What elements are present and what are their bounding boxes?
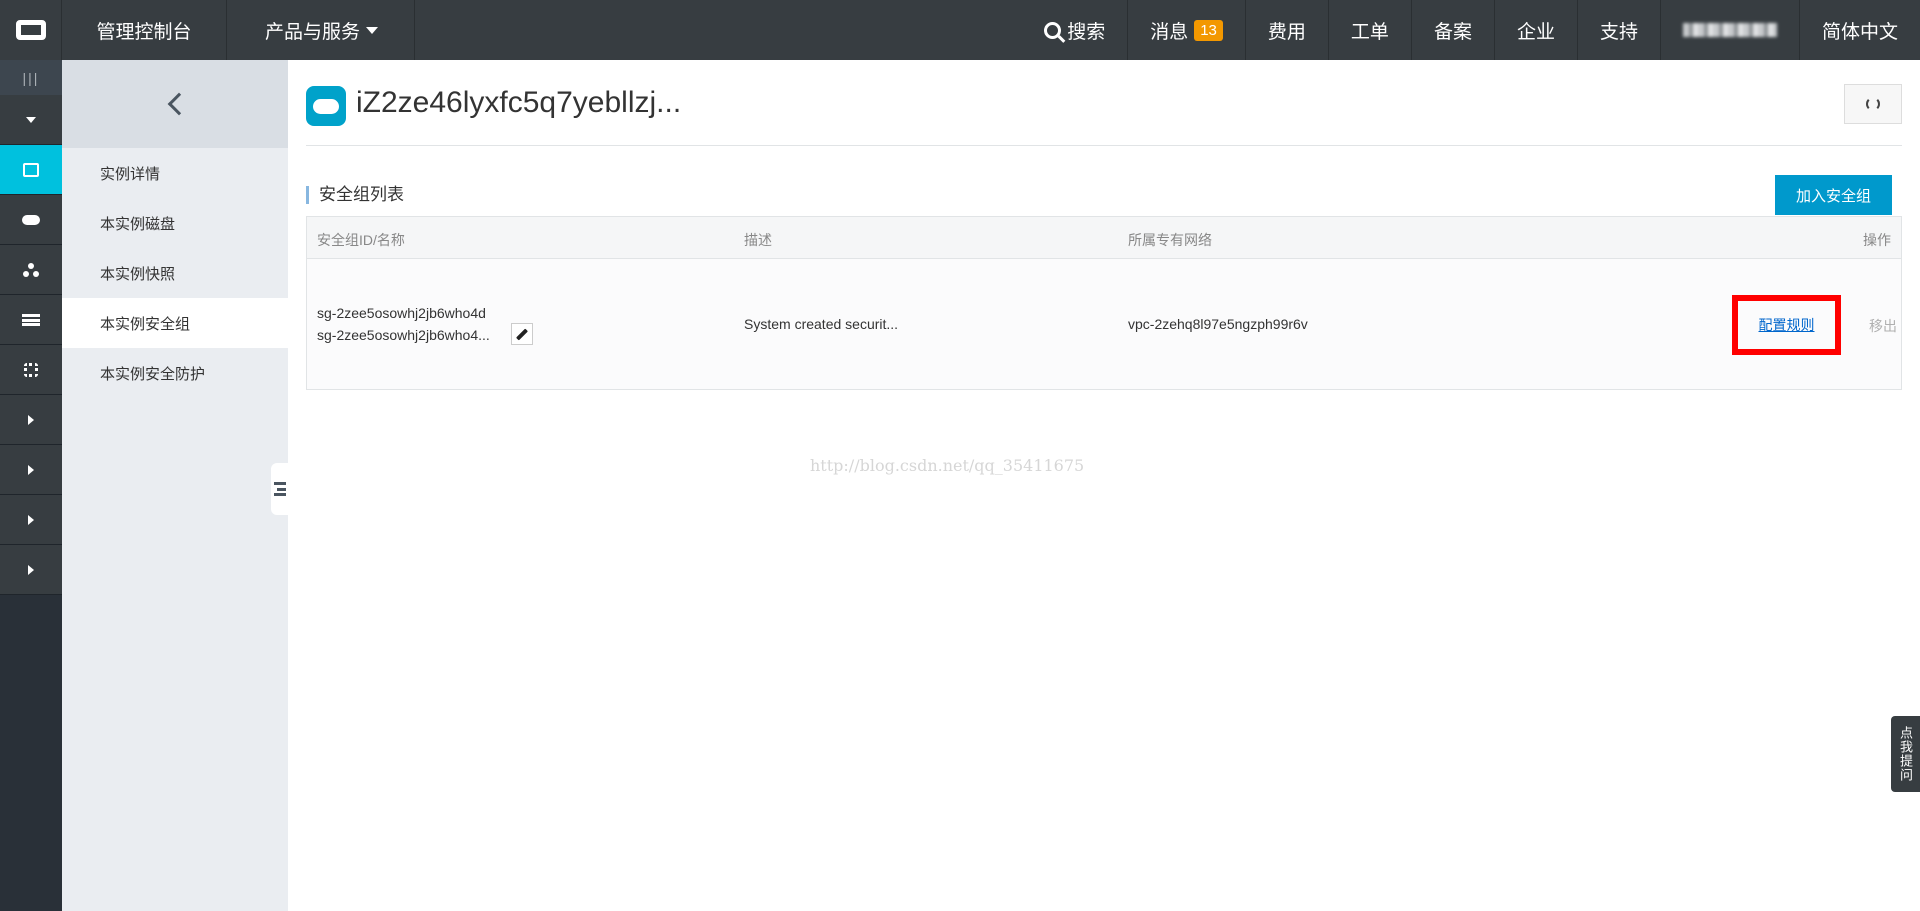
back-button[interactable] [62,60,288,148]
main-content: iZ2ze46lyxfc5q7yebllzj... 安全组列表 加入安全组 安全… [288,60,1920,911]
instance-subnav: 实例详情 本实例磁盘 本实例快照 本实例安全组 本实例安全防护 [62,60,288,911]
page-header: iZ2ze46lyxfc5q7yebllzj... [306,84,1902,146]
table-row: sg-2zee5osowhj2jb6who4d sg-2zee5osowhj2j… [307,259,1901,389]
ask-question-tab[interactable]: 点我提问 [1891,716,1920,792]
network-icon [23,262,39,277]
subnav-disks[interactable]: 本实例磁盘 [62,198,288,248]
subnav-security-protection[interactable]: 本实例安全防护 [62,348,288,398]
rail-toggle[interactable]: ||| [0,60,62,95]
products-menu[interactable]: 产品与服务 [227,0,416,60]
message-count-badge: 13 [1194,19,1223,41]
refresh-icon [1866,97,1880,111]
vpc-id: vpc-2zehq8l97e5ngzph99r6v [1128,316,1308,332]
rail-expand-1[interactable] [0,395,62,445]
chevron-left-icon [167,92,191,116]
rail-cloud[interactable] [0,195,62,245]
console-label: 管理控制台 [96,21,192,43]
nav-support-label: 支持 [1599,21,1638,43]
rail-settings[interactable] [0,345,62,395]
subnav-label: 本实例安全组 [100,315,191,333]
nav-tickets[interactable]: 工单 [1327,0,1411,60]
subnav-label: 本实例磁盘 [100,215,176,233]
rail-expand-2[interactable] [0,445,62,495]
top-navbar: 管理控制台 产品与服务 搜索 消息 13 费用 工单 备案 企业 支持 简体中文 [0,0,1920,60]
subnav-label: 本实例快照 [100,265,176,283]
subnav-label: 本实例安全防护 [100,365,206,383]
page-title: iZ2ze46lyxfc5q7yebllzj... [356,86,682,119]
language-switch[interactable]: 简体中文 [1798,0,1920,60]
cloud-icon [22,214,40,225]
search-button[interactable]: 搜索 [1044,0,1127,60]
nav-enterprise-label: 企业 [1516,21,1555,43]
security-group-id: sg-2zee5osowhj2jb6who4d [317,305,486,321]
gear-icon [24,362,38,377]
blurred-username [1682,23,1777,37]
header-description: 描述 [744,232,772,248]
highlight-box: 配置规则 [1732,295,1841,355]
chevron-right-icon [28,564,34,575]
aliyun-logo-icon[interactable] [0,0,62,60]
chevron-right-icon [28,414,34,425]
rail-toggle-icon: ||| [22,69,40,86]
chevron-right-icon [28,514,34,525]
watermark: http://blog.csdn.net/qq_35411675 [810,456,1085,475]
nav-icp[interactable]: 备案 [1410,0,1494,60]
product-icon-rail: ||| [0,60,62,911]
rail-dropdown[interactable] [0,95,62,145]
add-security-group-button[interactable]: 加入安全组 [1775,175,1892,215]
nav-billing[interactable]: 费用 [1244,0,1328,60]
nav-support[interactable]: 支持 [1576,0,1660,60]
refresh-button[interactable] [1844,84,1902,124]
header-actions: 操作 [1863,232,1891,248]
nav-tickets-label: 工单 [1350,21,1389,43]
messages-label: 消息 [1150,21,1189,43]
nav-enterprise[interactable]: 企业 [1493,0,1577,60]
subnav-instance-details[interactable]: 实例详情 [62,148,288,198]
dropdown-icon [26,116,36,123]
rail-storage[interactable] [0,295,62,345]
search-label: 搜索 [1067,21,1106,43]
table-header: 安全组ID/名称 描述 所属专有网络 操作 [307,217,1901,259]
console-link[interactable]: 管理控制台 [62,0,227,60]
security-group-table: 安全组ID/名称 描述 所属专有网络 操作 sg-2zee5osowhj2jb6… [306,216,1902,390]
instance-cloud-icon [306,86,346,126]
collapse-subnav-button[interactable] [271,463,288,515]
rail-expand-4[interactable] [0,545,62,595]
search-icon [1044,21,1062,39]
language-label: 简体中文 [1821,21,1898,43]
nav-billing-label: 费用 [1267,21,1306,43]
section-header: 安全组列表 加入安全组 [306,175,1902,215]
products-label: 产品与服务 [265,21,361,43]
rail-ecs[interactable] [0,145,62,195]
subnav-label: 实例详情 [100,165,161,183]
help-tab-label: 点我提问 [1898,726,1913,782]
configure-rules-link[interactable]: 配置规则 [1759,315,1815,335]
subnav-security-groups[interactable]: 本实例安全组 [62,298,288,348]
header-vpc: 所属专有网络 [1128,232,1212,248]
pencil-icon [515,327,529,341]
server-icon [23,162,39,177]
nav-icp-label: 备案 [1433,21,1472,43]
edit-name-button[interactable] [511,323,533,345]
user-account-menu[interactable] [1659,0,1799,60]
messages-button[interactable]: 消息 13 [1127,0,1245,60]
subnav-snapshots[interactable]: 本实例快照 [62,248,288,298]
section-title: 安全组列表 [306,186,404,204]
header-id-name: 安全组ID/名称 [317,232,405,248]
storage-icon [22,313,40,326]
chevron-down-icon [366,26,379,34]
security-group-description: System created securit... [744,316,899,332]
security-group-name: sg-2zee5osowhj2jb6who4... [317,327,490,343]
collapse-icon [273,482,286,496]
rail-network[interactable] [0,245,62,295]
chevron-right-icon [28,464,34,475]
rail-expand-3[interactable] [0,495,62,545]
remove-link[interactable]: 移出 [1869,316,1897,336]
